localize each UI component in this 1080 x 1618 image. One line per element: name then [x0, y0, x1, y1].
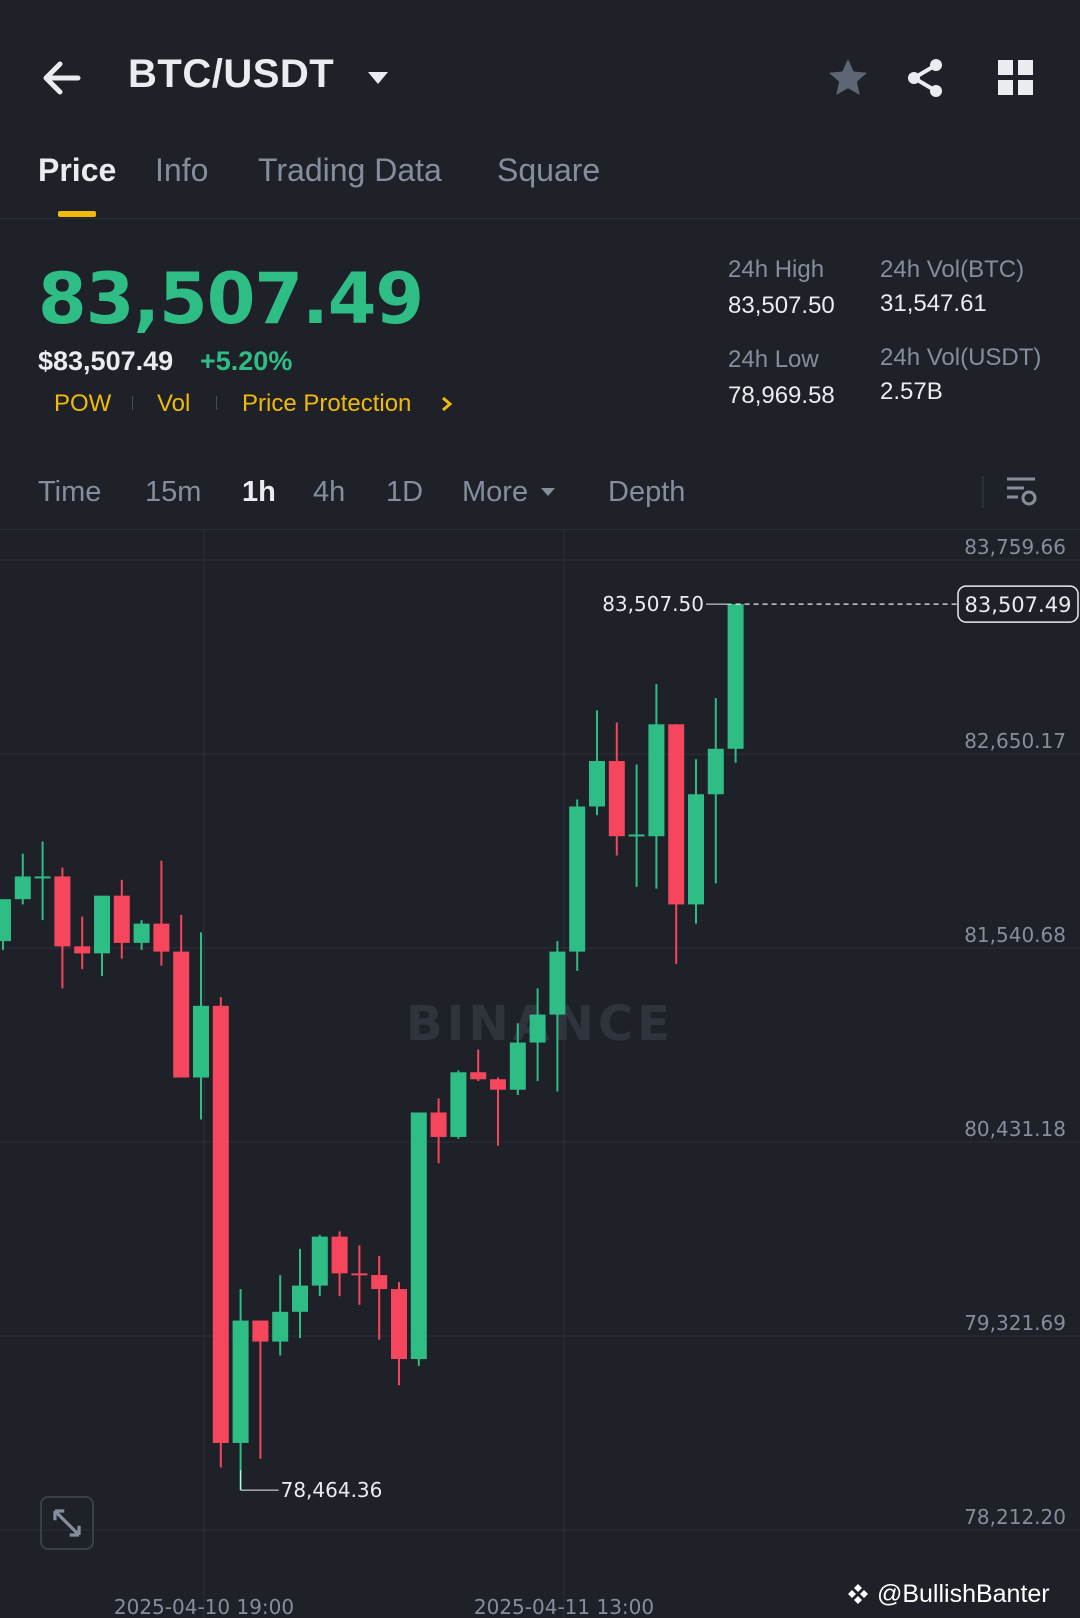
toolbar-divider — [982, 476, 984, 508]
y-axis-label: 82,650.17 — [964, 729, 1066, 753]
x-axis-label: 2025-04-11 13:00 — [474, 1595, 654, 1618]
chevron-down-icon[interactable] — [540, 487, 556, 497]
tabs-divider — [0, 218, 1080, 219]
tag-separator — [216, 396, 217, 410]
stat-24h-high-label: 24h High — [728, 256, 825, 283]
y-axis-label: 80,431.18 — [964, 1117, 1066, 1141]
candle-body — [0, 899, 11, 942]
low-marker-label: 78,464.36 — [281, 1478, 383, 1502]
stat-24h-vol-btc-value: 31,547.61 — [880, 290, 987, 317]
y-axis-label: 83,759.66 — [964, 535, 1066, 559]
candle-body — [529, 1014, 546, 1043]
candle-body — [668, 724, 685, 905]
tag-vol[interactable]: Vol — [157, 390, 190, 418]
candle-body — [133, 923, 150, 943]
candle-body — [589, 761, 605, 807]
candle-body — [391, 1289, 407, 1360]
candle-body — [34, 876, 51, 879]
stat-24h-vol-btc-label: 24h Vol(BTC) — [880, 256, 1025, 283]
tab-trading-data[interactable]: Trading Data — [258, 152, 442, 189]
stat-24h-low-value: 78,969.58 — [728, 382, 835, 409]
chart-settings-icon[interactable] — [1004, 474, 1038, 508]
candle-body — [292, 1285, 308, 1312]
candle-body — [311, 1236, 328, 1286]
toolbar-more[interactable]: More — [462, 476, 528, 509]
candle-body — [410, 1112, 427, 1360]
stat-24h-vol-usdt-label: 24h Vol(USDT) — [880, 344, 1042, 371]
toolbar-15m[interactable]: 15m — [145, 476, 201, 509]
candle-body — [153, 923, 170, 952]
tab-price[interactable]: Price — [38, 152, 116, 189]
candle-body — [193, 1005, 209, 1078]
y-axis-label: 78,212.20 — [964, 1505, 1066, 1529]
tag-pow[interactable]: POW — [54, 390, 111, 418]
candle-body — [252, 1320, 269, 1342]
binance-logo-icon — [848, 1584, 868, 1604]
last-price: 83,507.49 — [38, 258, 424, 340]
x-axis-label: 2025-04-10 19:00 — [114, 1595, 294, 1618]
tab-info[interactable]: Info — [155, 152, 208, 189]
tag-price-protection[interactable]: Price Protection — [242, 390, 411, 418]
candle-body — [727, 604, 744, 749]
tab-square[interactable]: Square — [497, 152, 600, 189]
tag-separator — [132, 396, 133, 410]
pair-title[interactable]: BTC/USDT — [128, 52, 334, 97]
candle-body — [470, 1072, 487, 1080]
candle-body — [450, 1072, 467, 1137]
candle-body — [113, 895, 130, 943]
back-arrow-icon[interactable] — [38, 56, 88, 100]
chevron-down-icon[interactable] — [366, 70, 390, 86]
stat-24h-high-value: 83,507.50 — [728, 292, 835, 319]
candle-body — [272, 1311, 289, 1342]
stat-24h-vol-usdt-value: 2.57B — [880, 378, 943, 405]
candle-body — [430, 1112, 447, 1137]
price-change-percent: +5.20% — [200, 346, 293, 376]
toolbar-time[interactable]: Time — [38, 476, 101, 509]
candle-body — [707, 748, 724, 795]
toolbar-4h[interactable]: 4h — [313, 476, 345, 509]
candle-body — [351, 1273, 368, 1276]
candle-body — [608, 761, 625, 837]
candle-body — [688, 794, 704, 905]
user-watermark: @BullishBanter — [846, 1580, 1050, 1609]
high-marker-label: 83,507.50 — [602, 592, 704, 616]
candle-body — [371, 1275, 388, 1290]
candlestick-chart[interactable]: 83,759.66 82,650.17 81,540.68 80,431.18 79,3… — [0, 530, 1080, 1618]
star-icon[interactable] — [826, 56, 870, 100]
expand-icon[interactable] — [40, 1496, 94, 1550]
candle-body — [509, 1042, 526, 1090]
candle-body — [569, 806, 586, 952]
candle-body — [94, 895, 110, 954]
share-icon[interactable] — [904, 56, 948, 100]
usd-price: $83,507.49 — [38, 346, 174, 376]
candle-body — [14, 876, 31, 900]
watermark-handle: @BullishBanter — [876, 1580, 1050, 1608]
stat-24h-low-label: 24h Low — [728, 346, 819, 373]
candle-body — [212, 1005, 229, 1443]
toolbar-1h[interactable]: 1h — [242, 476, 276, 509]
candle-body — [74, 946, 91, 954]
candle-body — [549, 951, 566, 1015]
y-axis-label: 81,540.68 — [964, 923, 1066, 947]
chevron-right-icon[interactable] — [440, 396, 454, 412]
toolbar-1d[interactable]: 1D — [386, 476, 423, 509]
candle-body — [173, 951, 190, 1078]
candle-body — [648, 724, 665, 837]
current-price-label: 83,507.49 — [965, 593, 1072, 617]
y-axis-label: 79,321.69 — [964, 1311, 1066, 1335]
grid-icon[interactable] — [996, 58, 1036, 98]
active-tab-indicator — [58, 211, 96, 217]
candle-body — [232, 1320, 249, 1443]
candle-body — [54, 876, 71, 947]
candle-body — [628, 834, 645, 837]
candle-body — [490, 1079, 506, 1090]
toolbar-depth[interactable]: Depth — [608, 476, 685, 509]
candle-body — [331, 1236, 348, 1274]
